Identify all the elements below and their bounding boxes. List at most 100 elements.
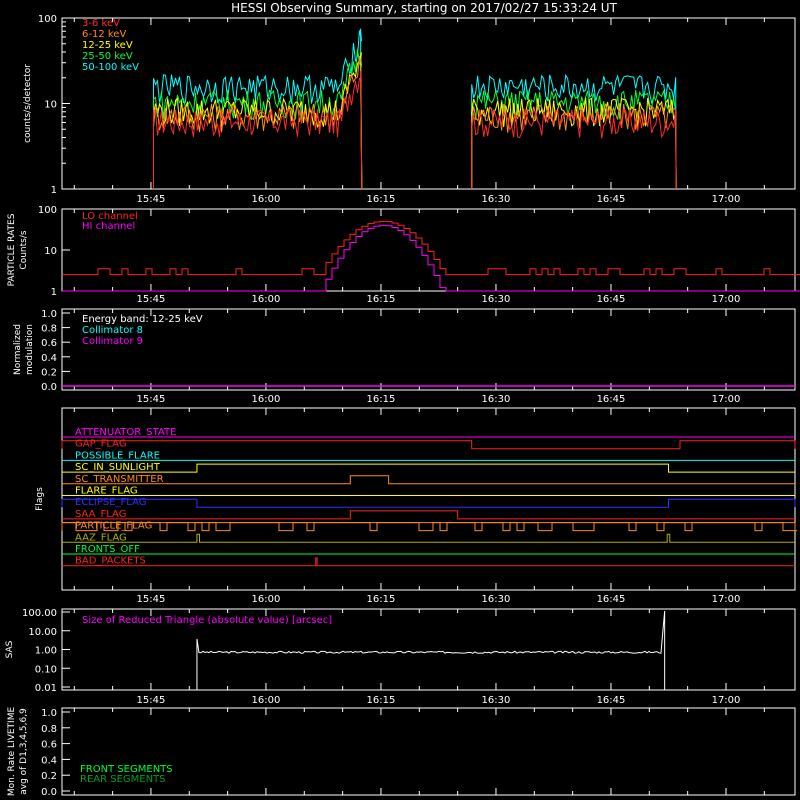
sas-ytick: 1.00 (35, 646, 57, 657)
time-tick-label: 16:30 (482, 294, 511, 305)
time-tick-label: 16:30 (482, 695, 511, 706)
sas-ylabel: SAS (5, 640, 15, 658)
livetime-ytick: 0.8 (41, 724, 57, 735)
livetime-ytick: 1.0 (41, 708, 57, 719)
time-tick-label: 16:30 (482, 594, 511, 605)
time-tick-label: 16:30 (482, 394, 511, 405)
time-tick-label: 16:30 (482, 194, 511, 205)
time-tick-label: 16:15 (367, 394, 396, 405)
flag-label-3: SC_IN_SUNLIGHT (75, 462, 161, 473)
flag-trace-7 (62, 510, 795, 520)
count-rate-ylabel: counts/s/detector (23, 64, 33, 143)
modulation-ytick: 1.0 (41, 309, 57, 320)
modulation-ytick: 0.0 (41, 382, 57, 393)
time-tick-label: 16:00 (252, 194, 281, 205)
sas-ytick: 10.00 (28, 627, 57, 638)
time-tick-label: 17:00 (712, 594, 741, 605)
count-rate-series-1 (152, 56, 677, 190)
time-tick-label: 17:00 (712, 695, 741, 706)
particle-rate-ylabel-2: Counts/s (19, 230, 29, 269)
modulation-ytick: 0.2 (41, 367, 57, 378)
count-rate-ytick: 1 (51, 185, 57, 196)
observing-summary-figure: HESSI Observing Summary, starting on 201… (0, 0, 800, 800)
time-tick-label: 16:00 (252, 394, 281, 405)
flag-label-7: SAA_FLAG (75, 509, 126, 520)
flag-trace-3 (62, 463, 795, 473)
livetime-legend-1: REAR SEGMENTS (80, 774, 166, 785)
particle-rate-ytick: 1 (51, 287, 57, 298)
flags-ylabel: Flags (35, 487, 45, 511)
count-rate-legend-4: 50-100 keV (82, 62, 139, 73)
flag-label-2: POSSIBLE_FLARE (75, 450, 160, 461)
count-rate-legend-0: 3-6 keV (82, 18, 120, 29)
flag-label-8: PARTICLE_FLAG (75, 521, 152, 532)
modulation-energy-band: Energy band: 12-25 keV (82, 314, 203, 325)
flag-label-11: BAD_PACKETS (75, 556, 146, 567)
flag-trace-6 (61, 498, 796, 508)
livetime-ylabel-1: Mon. Rate LIVETIME (7, 707, 17, 797)
figure-title: HESSI Observing Summary, starting on 201… (231, 1, 617, 15)
time-tick-label: 17:00 (712, 294, 741, 305)
modulation-ylabel-1: Normalized (13, 324, 23, 375)
livetime-ytick: 0.4 (41, 755, 57, 766)
particle-hi-series (62, 224, 800, 292)
count-rate-series-0 (152, 70, 677, 190)
count-rate-frame (61, 17, 796, 190)
time-tick-label: 16:15 (367, 594, 396, 605)
time-tick-label: 16:45 (597, 594, 626, 605)
flag-label-5: FLARE_FLAG (75, 486, 138, 497)
count-rate-legend-3: 25-50 keV (82, 51, 133, 62)
sas-ytick: 100.00 (22, 608, 57, 619)
livetime-ylabel-2: avg of D1,3,4,5,6,9 (19, 708, 29, 795)
particle-rate-ytick: 100 (38, 205, 57, 216)
count-rate-series-2 (152, 52, 677, 190)
modulation-ytick: 0.4 (41, 353, 57, 364)
particle-lo-series (62, 220, 800, 276)
count-rate-series-3 (152, 48, 677, 190)
time-tick-label: 16:45 (597, 394, 626, 405)
livetime-ytick: 0.6 (41, 740, 57, 751)
sas-ytick: 0.01 (35, 683, 57, 694)
count-rate-legend-2: 12-25 keV (82, 40, 133, 51)
time-tick-label: 16:00 (252, 695, 281, 706)
particle-rate-ylabel-1: PARTICLE RATES (7, 213, 17, 286)
modulation-ytick: 0.8 (41, 324, 57, 335)
livetime-ytick: 0.0 (41, 787, 57, 798)
flag-label-1: GAP_FLAG (75, 439, 127, 450)
count-rate-ytick: 100 (38, 14, 57, 25)
time-tick-label: 17:00 (712, 394, 741, 405)
flag-trace-1 (61, 440, 796, 450)
time-tick-label: 15:45 (137, 294, 166, 305)
modulation-ytick: 0.6 (41, 338, 57, 349)
flag-trace-11 (62, 557, 795, 567)
sas-ytick: 0.10 (35, 664, 57, 675)
time-tick-label: 16:00 (252, 294, 281, 305)
sas-legend: Size of Reduced Triangle (absolute value… (82, 615, 332, 626)
flag-trace-4 (62, 475, 795, 485)
flag-trace-9 (62, 533, 795, 543)
time-tick-label: 15:45 (137, 394, 166, 405)
count-rate-legend-1: 6-12 keV (82, 29, 126, 40)
time-tick-label: 16:15 (367, 294, 396, 305)
particle-rate-ytick: 10 (44, 246, 57, 257)
time-tick-label: 15:45 (137, 594, 166, 605)
time-tick-label: 16:00 (252, 594, 281, 605)
modulation-legend-0: Collimator 8 (82, 325, 143, 336)
flag-label-4: SC_TRANSMITTER (75, 474, 164, 485)
flag-label-9: AAZ_FLAG (75, 532, 127, 543)
livetime-ytick: 0.2 (41, 771, 57, 782)
time-tick-label: 16:45 (597, 695, 626, 706)
modulation-ylabel-2: modulation (25, 324, 35, 375)
time-tick-label: 16:15 (367, 194, 396, 205)
time-tick-label: 17:00 (712, 194, 741, 205)
count-rate-ytick: 10 (44, 100, 57, 111)
time-tick-label: 15:45 (137, 194, 166, 205)
time-tick-label: 16:45 (597, 194, 626, 205)
panels-group: counts/s/detector110100 3-6 keV6-12 keV12… (5, 14, 800, 798)
summary-svg: HESSI Observing Summary, starting on 201… (5, 1, 800, 798)
modulation-legend-1: Collimator 9 (82, 336, 143, 347)
particle-legend-1: HI channel (82, 221, 135, 232)
time-tick-label: 16:45 (597, 294, 626, 305)
flag-label-6: ECLIPSE_FLAG (75, 497, 146, 508)
flag-label-0: ATTENUATOR_STATE (75, 427, 176, 438)
